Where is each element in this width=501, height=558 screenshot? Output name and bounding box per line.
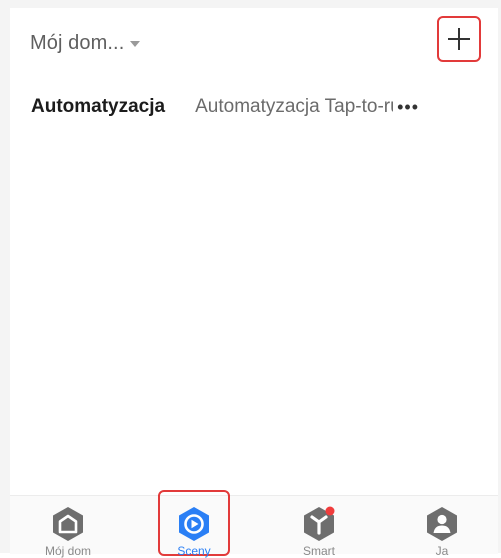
scene-tabs: Automatyzacja Automatyzacja Tap-to-run •… — [31, 94, 481, 120]
caret-down-icon — [130, 41, 141, 47]
nav-label-me: Ja — [435, 544, 449, 558]
scenes-icon — [177, 506, 211, 542]
more-dots-icon[interactable]: ••• — [397, 97, 419, 118]
smart-icon — [302, 506, 336, 542]
nav-label-scenes: Sceny — [177, 544, 211, 558]
nav-item-me[interactable]: Ja — [407, 496, 477, 558]
tab-tap-to-run[interactable]: Automatyzacja Tap-to-run — [195, 96, 393, 118]
home-icon — [51, 506, 85, 542]
home-name: Mój dom... — [30, 31, 125, 54]
nav-item-smart[interactable]: Smart — [284, 496, 354, 558]
user-icon — [425, 506, 459, 542]
nav-label-smart: Smart — [302, 544, 335, 558]
nav-label-my-home: Mój dom — [44, 544, 91, 558]
notification-badge — [325, 506, 335, 516]
add-scene-button[interactable] — [437, 16, 481, 62]
plus-icon — [448, 28, 470, 50]
bottom-nav: Mój dom Sceny Smart Ja — [10, 490, 498, 558]
tab-automation[interactable]: Automatyzacja — [31, 96, 165, 118]
home-selector[interactable]: Mój dom... — [30, 28, 141, 58]
nav-item-scenes[interactable]: Sceny — [159, 496, 229, 558]
nav-item-my-home[interactable]: Mój dom — [33, 496, 103, 558]
scenes-screen: Mój dom... Automatyzacja Automatyzacja T… — [10, 8, 498, 558]
